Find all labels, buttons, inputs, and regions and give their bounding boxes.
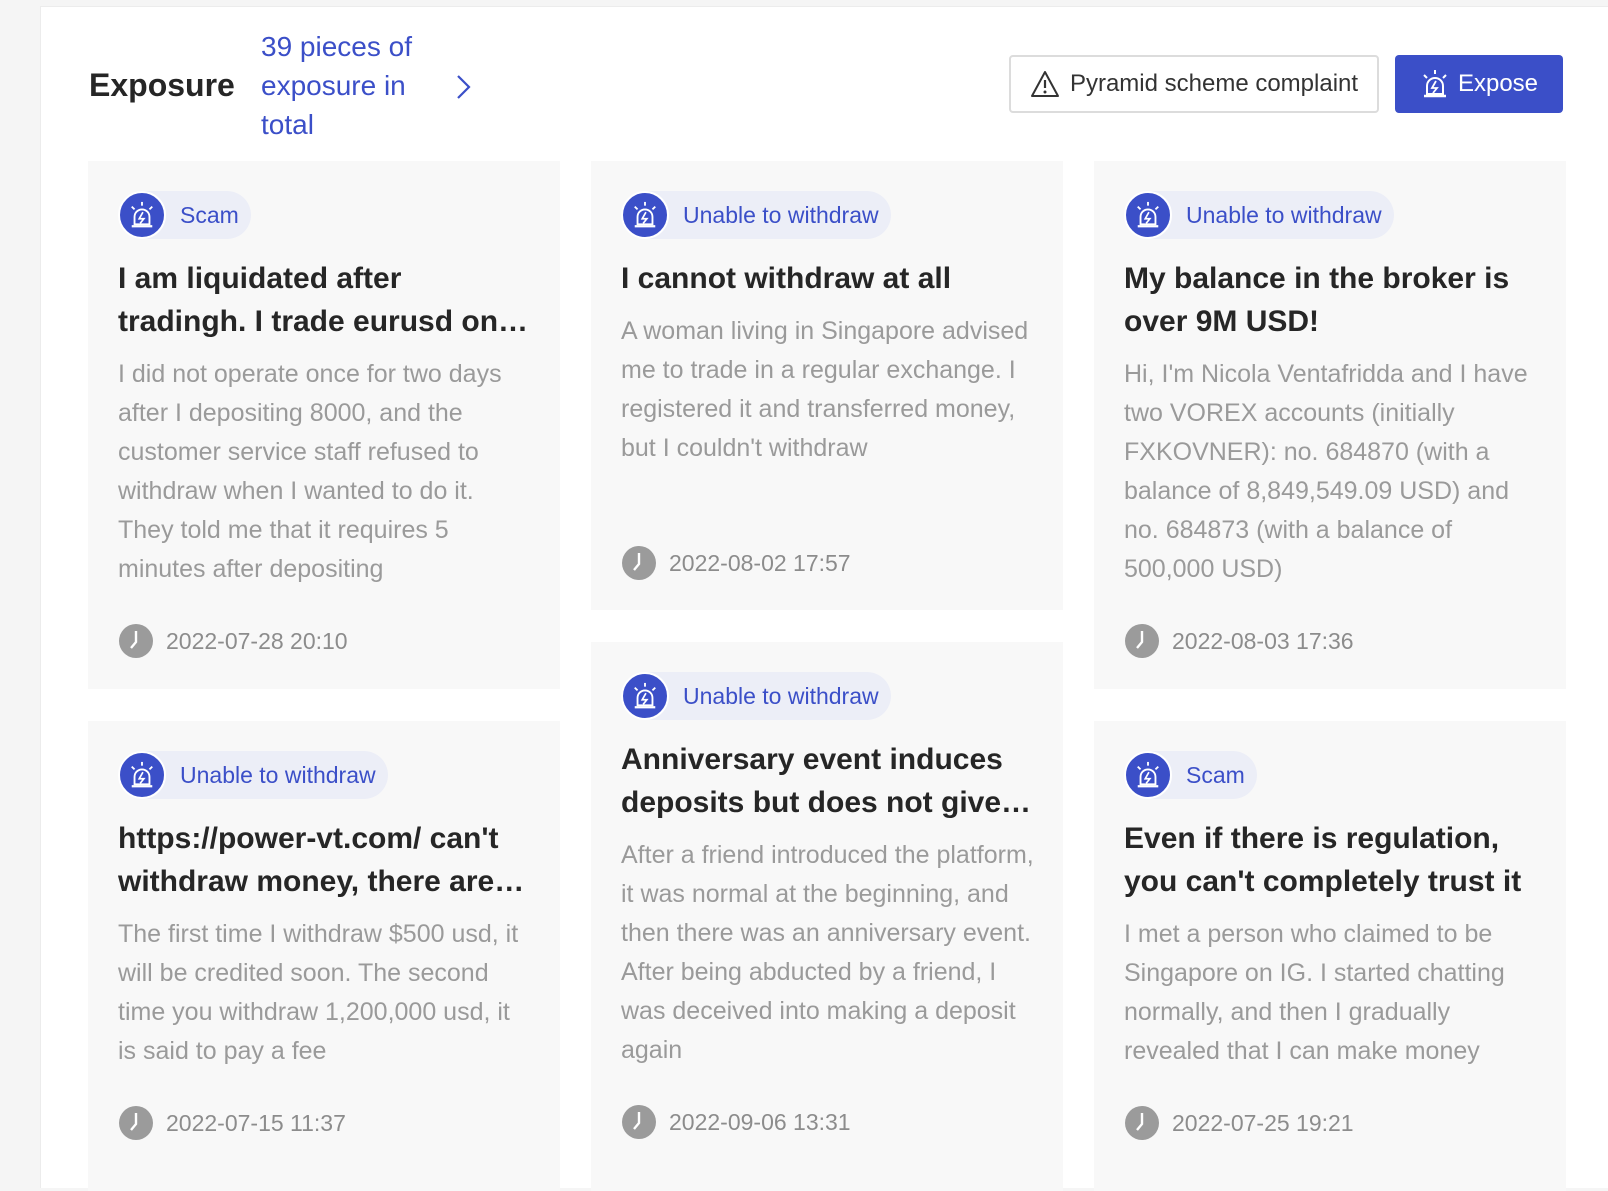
alarm-siren-icon <box>621 191 669 239</box>
card-body: I met a person who claimed to be Singapo… <box>1124 920 1505 1065</box>
exposure-card[interactable]: Unable to withdraw https://power-vt.com/… <box>88 721 560 1191</box>
clock-icon <box>622 546 656 580</box>
expose-button[interactable]: Expose <box>1395 55 1563 113</box>
category-tag: Unable to withdraw <box>621 672 891 720</box>
card-time-text: 2022-07-15 11:37 <box>166 1109 346 1136</box>
card-timestamp: 2022-07-15 11:37 <box>118 1105 346 1141</box>
exposure-card[interactable]: Unable to withdraw Anniversary event ind… <box>591 642 1063 1191</box>
category-label: Unable to withdraw <box>683 682 879 709</box>
category-tag: Unable to withdraw <box>1124 191 1394 239</box>
clock-icon <box>119 624 153 658</box>
alarm-siren-icon <box>1423 70 1447 98</box>
exposure-panel: Exposure 39 pieces of exposure in total … <box>40 6 1608 1191</box>
category-label: Unable to withdraw <box>683 201 879 228</box>
chevron-right-icon[interactable] <box>449 72 479 102</box>
section-title: Exposure <box>89 67 235 103</box>
exposure-header: Exposure 39 pieces of exposure in total … <box>41 7 1608 157</box>
card-time-text: 2022-07-28 20:10 <box>166 627 348 654</box>
category-tag: Scam <box>1124 751 1257 799</box>
category-tag: Unable to withdraw <box>621 191 891 239</box>
card-timestamp: 2022-08-02 17:57 <box>621 545 851 581</box>
card-title: https://power-vt.com/ can't withdraw mon… <box>118 822 499 898</box>
card-body: A woman living in Singapore advised me t… <box>621 317 1029 462</box>
pyramid-complaint-label: Pyramid scheme complaint <box>1069 70 1359 97</box>
clock-icon <box>119 1106 153 1140</box>
card-title: Anniversary event induces deposits but d… <box>621 743 1003 819</box>
category-label: Unable to withdraw <box>180 761 376 788</box>
card-timestamp: 2022-07-28 20:10 <box>118 623 348 659</box>
clock-icon <box>1125 624 1159 658</box>
alarm-siren-icon <box>1124 191 1172 239</box>
exposure-card[interactable]: Unable to withdraw I cannot withdraw at … <box>591 161 1063 610</box>
card-body: Hi, I'm Nicola Ventafridda and I have tw… <box>1124 360 1528 583</box>
category-label: Scam <box>180 201 239 228</box>
category-tag: Scam <box>118 191 251 239</box>
category-label: Unable to withdraw <box>1186 201 1382 228</box>
category-label: Scam <box>1186 761 1245 788</box>
card-timestamp: 2022-07-25 19:21 <box>1124 1105 1354 1141</box>
exposure-card[interactable]: Scam I am liquidated after tradingh. I t… <box>88 161 560 689</box>
clock-icon <box>622 1105 656 1139</box>
category-tag: Unable to withdraw <box>118 751 388 799</box>
card-body: I did not operate once for two days afte… <box>118 360 502 583</box>
exposure-card[interactable]: Scam Even if there is regulation, you ca… <box>1094 721 1566 1191</box>
warning-icon <box>1030 71 1059 97</box>
card-time-text: 2022-08-03 17:36 <box>1172 627 1354 654</box>
card-title: I cannot withdraw at all <box>621 262 952 295</box>
expose-label: Expose <box>1457 70 1539 97</box>
card-time-text: 2022-08-02 17:57 <box>669 549 851 576</box>
card-time-text: 2022-07-25 19:21 <box>1172 1109 1354 1136</box>
exposure-card[interactable]: Unable to withdraw My balance in the bro… <box>1094 161 1566 689</box>
exposure-count-link[interactable]: 39 pieces of exposure in total <box>261 27 461 144</box>
card-title: Even if there is regulation, you can't c… <box>1124 822 1522 898</box>
card-title: I am liquidated after tradingh. I trade … <box>118 262 499 338</box>
clock-icon <box>1125 1106 1159 1140</box>
card-body: After a friend introduced the platform, … <box>621 841 1034 1064</box>
alarm-siren-icon <box>118 751 166 799</box>
card-title: My balance in the broker is over 9M USD! <box>1124 262 1510 338</box>
card-time-text: 2022-09-06 13:31 <box>669 1108 851 1135</box>
alarm-siren-icon <box>621 672 669 720</box>
card-body: The first time I withdraw $500 usd, it w… <box>118 920 519 1065</box>
card-timestamp: 2022-09-06 13:31 <box>621 1104 851 1140</box>
alarm-siren-icon <box>118 191 166 239</box>
card-timestamp: 2022-08-03 17:36 <box>1124 623 1354 659</box>
pyramid-complaint-button[interactable]: Pyramid scheme complaint <box>1009 55 1379 113</box>
alarm-siren-icon <box>1124 751 1172 799</box>
